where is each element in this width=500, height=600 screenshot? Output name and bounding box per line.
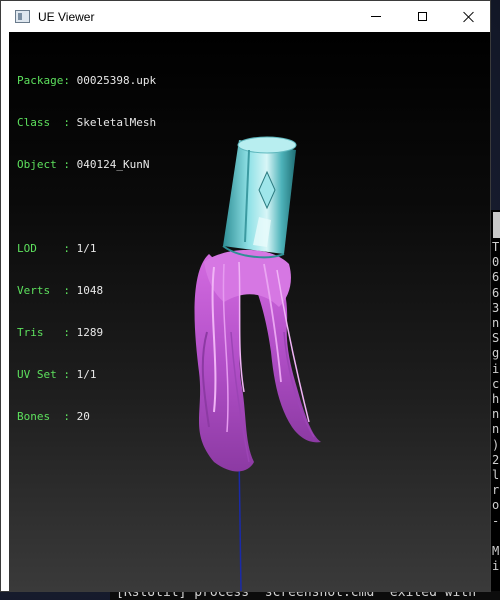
app-icon	[15, 10, 30, 23]
console-output-line: [RstUtil] process "screenshot.cmd" exite…	[116, 591, 477, 600]
background-console-bottom: [RstUtil] process "screenshot.cmd" exite…	[110, 591, 500, 600]
window-title: UE Viewer	[38, 9, 95, 24]
3d-viewport[interactable]: Package: 00025398.upk Class : SkeletalMe…	[9, 32, 490, 591]
close-button[interactable]	[445, 1, 491, 32]
minimize-button[interactable]	[353, 1, 399, 32]
bone-line	[238, 451, 242, 591]
skeletal-mesh-render	[194, 136, 321, 591]
cylinder-mesh	[222, 136, 297, 259]
close-icon	[463, 11, 474, 22]
maximize-icon	[417, 12, 427, 21]
hair-mesh	[194, 249, 321, 472]
minimize-icon	[371, 16, 381, 17]
maximize-button[interactable]	[399, 1, 445, 32]
title-bar[interactable]: UE Viewer	[1, 1, 490, 32]
console-scrollbar[interactable]	[493, 212, 500, 238]
background-console-text: T 0 6 6 3 n S g i c h n n ) 2 l r o - M …	[492, 240, 500, 574]
ue-viewer-window: UE Viewer Package: 00025398.upk Class : …	[0, 0, 491, 592]
